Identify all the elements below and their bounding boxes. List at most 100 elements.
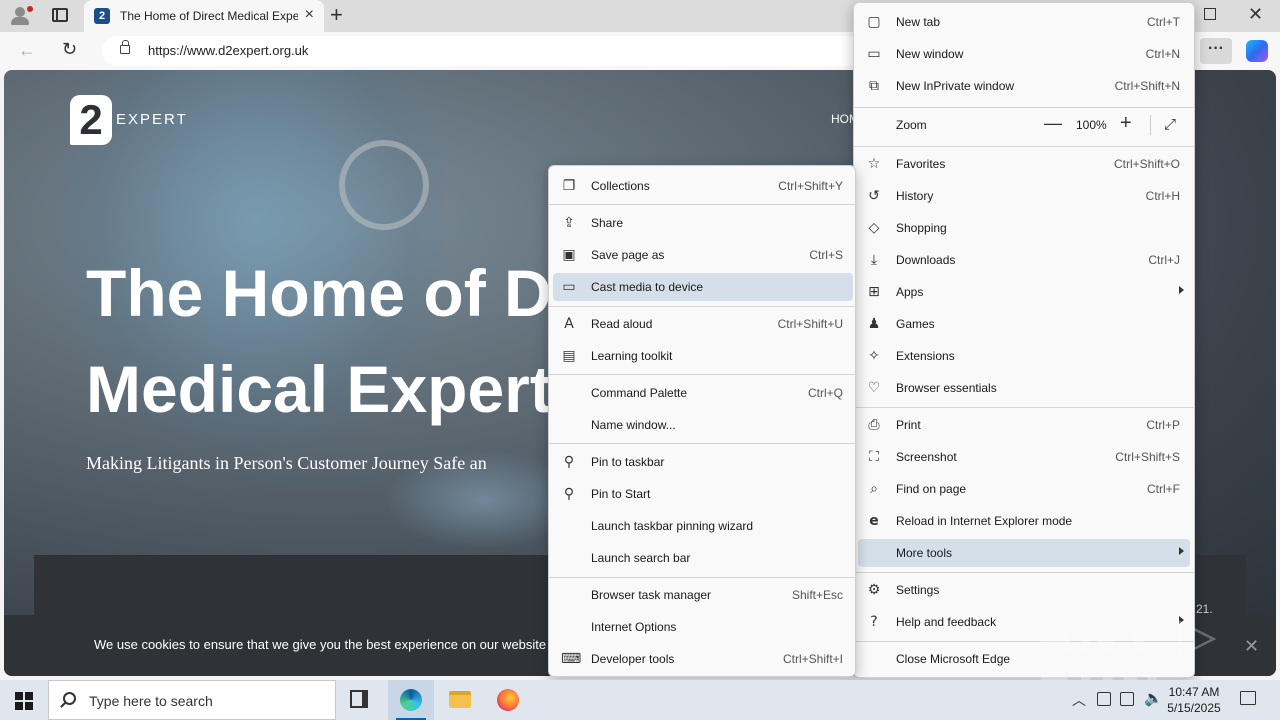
menu-zoom: Zoom — 100% + ⤢ <box>896 112 1177 135</box>
menu-screenshot[interactable]: ⛶ Screenshot Ctrl+Shift+S <box>858 443 1190 471</box>
settings-and-more-button[interactable]: ··· <box>1200 38 1232 64</box>
pin-icon: ⚲ <box>563 486 575 502</box>
tag-icon: ◇ <box>868 220 880 236</box>
pin-icon: ⚲ <box>563 454 575 470</box>
star-icon: ☆ <box>867 156 881 172</box>
inprivate-icon: ⧉ <box>869 78 879 94</box>
menu-favorites[interactable]: ☆ Favorites Ctrl+Shift+O <box>858 150 1190 178</box>
menu-reload-ie-mode[interactable]: e Reload in Internet Explorer mode <box>858 507 1190 535</box>
clock-date: 5/15/2025 <box>1167 701 1221 715</box>
ie-icon: e <box>869 513 879 529</box>
zoom-in-button[interactable]: + <box>1120 112 1132 135</box>
url-text: https://www.d2expert.org.uk <box>148 43 309 58</box>
task-view-icon[interactable] <box>350 690 368 708</box>
menu-extensions[interactable]: ✧ Extensions <box>858 342 1190 370</box>
menu-new-tab[interactable]: ▢ New tab Ctrl+T <box>858 8 1190 36</box>
menu-cast-media[interactable]: ▭ Cast media to device <box>553 273 853 301</box>
menu-share[interactable]: ⇪ Share <box>553 209 853 237</box>
window-close-button[interactable]: ✕ <box>1248 4 1263 25</box>
menu-games[interactable]: ♟ Games <box>858 310 1190 338</box>
menu-save-page-as[interactable]: ▣ Save page as Ctrl+S <box>553 241 853 269</box>
network-icon[interactable] <box>1120 692 1134 706</box>
tab-title: The Home of Direct Medical Expe <box>120 9 298 23</box>
menu-command-palette[interactable]: Command Palette Ctrl+Q <box>553 379 853 407</box>
menu-more-tools[interactable]: More tools <box>858 539 1190 567</box>
menu-pin-to-taskbar[interactable]: ⚲ Pin to taskbar <box>553 448 853 476</box>
hero-subtitle: Making Litigants in Person's Customer Jo… <box>86 453 487 473</box>
menu-browser-essentials[interactable]: ♡ Browser essentials <box>858 374 1190 402</box>
menu-launch-search-bar[interactable]: Launch search bar <box>553 544 853 572</box>
volume-icon[interactable]: 🔈 <box>1144 689 1163 707</box>
tray-device-icon[interactable] <box>1097 692 1111 706</box>
download-icon: ⤓ <box>870 252 878 268</box>
reload-button[interactable]: ↻ <box>62 39 77 60</box>
profile-icon[interactable] <box>8 5 33 27</box>
file-explorer-icon[interactable] <box>449 691 471 708</box>
menu-read-aloud[interactable]: A Read aloud Ctrl+Shift+U <box>553 310 853 338</box>
cast-icon: ▭ <box>562 279 576 295</box>
puzzle-icon: ✧ <box>868 348 880 364</box>
cookie-banner-text: We use cookies to ensure that we give yo… <box>94 637 547 652</box>
firefox-icon[interactable] <box>497 689 519 711</box>
printer-icon: ⎙ <box>868 417 880 433</box>
share-icon: ⇪ <box>563 215 575 231</box>
apps-icon: ⊞ <box>868 284 880 300</box>
history-icon: ↺ <box>868 188 880 204</box>
lock-icon[interactable] <box>120 40 130 54</box>
find-icon: ⌕ <box>870 481 878 497</box>
zoom-level: 100% <box>1076 118 1107 132</box>
window-maximize-button[interactable] <box>1204 8 1216 20</box>
menu-launch-pinning-wizard[interactable]: Launch taskbar pinning wizard <box>553 512 853 540</box>
taskbar-edge-button[interactable] <box>388 680 434 720</box>
collections-icon: ❐ <box>562 178 576 194</box>
menu-find-on-page[interactable]: ⌕ Find on page Ctrl+F <box>858 475 1190 503</box>
menu-browser-task-manager[interactable]: Browser task manager Shift+Esc <box>553 581 853 609</box>
menu-apps[interactable]: ⊞ Apps <box>858 278 1190 306</box>
gamepad-icon: ♟ <box>867 316 881 332</box>
notification-icon[interactable] <box>1240 691 1256 705</box>
menu-new-window[interactable]: ▭ New window Ctrl+N <box>858 40 1190 68</box>
clock-time: 10:47 AM <box>1168 685 1220 699</box>
zoom-out-button[interactable]: — <box>1044 113 1062 134</box>
devtools-icon: ⌨ <box>561 651 582 667</box>
taskbar-search[interactable]: Type here to search <box>48 680 336 720</box>
tab-actions-icon[interactable] <box>52 8 68 22</box>
menu-learning-toolkit[interactable]: ▤ Learning toolkit <box>553 342 853 370</box>
gear-icon: ⚙ <box>867 582 881 598</box>
url-field[interactable]: https://www.d2expert.org.uk <box>102 36 862 66</box>
search-placeholder: Type here to search <box>89 693 213 709</box>
menu-history[interactable]: ↺ History Ctrl+H <box>858 182 1190 210</box>
new-tab-button[interactable]: + <box>330 3 343 27</box>
fullscreen-icon[interactable]: ⤢ <box>1164 116 1176 133</box>
site-favicon-icon: 2 <box>94 8 110 24</box>
screenshot-icon: ⛶ <box>869 449 879 465</box>
taskbar-clock[interactable]: 10:47 AM 5/15/2025 <box>1166 684 1222 716</box>
heartbeat-icon: ♡ <box>867 380 881 396</box>
windows-start-icon[interactable] <box>15 692 33 710</box>
taskbar: Type here to search ︿ 🔈 10:47 AM 5/15/20… <box>0 680 1280 720</box>
menu-name-window[interactable]: Name window... <box>553 411 853 439</box>
tab-close-icon[interactable]: × <box>305 7 314 23</box>
menu-new-inprivate-window[interactable]: ⧉ New InPrivate window Ctrl+Shift+N <box>858 72 1190 100</box>
menu-downloads[interactable]: ⤓ Downloads Ctrl+J <box>858 246 1190 274</box>
menu-pin-to-start[interactable]: ⚲ Pin to Start <box>553 480 853 508</box>
menu-settings[interactable]: ⚙ Settings <box>858 576 1190 604</box>
back-button[interactable]: ← <box>18 40 36 61</box>
copilot-icon[interactable] <box>1246 40 1268 62</box>
tray-overflow-chevron-icon[interactable]: ︿ <box>1072 690 1086 710</box>
more-tools-submenu: ❐ Collections Ctrl+Shift+Y ⇪ Share ▣ Sav… <box>548 165 856 677</box>
menu-collections[interactable]: ❐ Collections Ctrl+Shift+Y <box>553 172 853 200</box>
search-icon <box>63 692 76 705</box>
new-tab-icon: ▢ <box>867 14 881 30</box>
menu-developer-tools[interactable]: ⌨ Developer tools Ctrl+Shift+I <box>553 645 853 673</box>
learning-icon: ▤ <box>562 348 576 364</box>
new-window-icon: ▭ <box>867 46 881 62</box>
menu-shopping[interactable]: ◇ Shopping <box>858 214 1190 242</box>
menu-internet-options[interactable]: Internet Options <box>553 613 853 641</box>
tab-active[interactable]: 2 The Home of Direct Medical Expe × <box>84 0 324 32</box>
settings-and-more-menu: ▢ New tab Ctrl+T ▭ New window Ctrl+N ⧉ N… <box>853 2 1195 678</box>
menu-print[interactable]: ⎙ Print Ctrl+P <box>858 411 1190 439</box>
help-icon: ? <box>870 614 878 630</box>
submenu-arrow-icon <box>1179 547 1184 555</box>
read-aloud-icon: A <box>564 316 574 332</box>
